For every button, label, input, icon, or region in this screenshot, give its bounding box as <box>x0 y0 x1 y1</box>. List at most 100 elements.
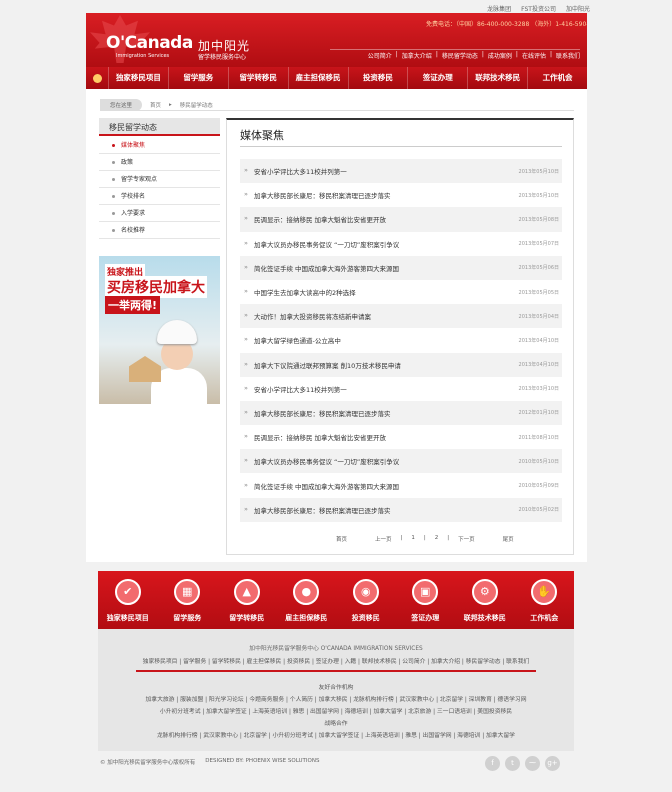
top-link-fst[interactable]: FST投资公司 <box>521 4 556 13</box>
double-arrow-icon: » <box>244 238 248 247</box>
home-icon[interactable] <box>86 73 108 83</box>
sidebar-item-schools[interactable]: 名校推荐 <box>99 222 220 239</box>
news-item[interactable]: » 简化签证手续 中国成加拿大海外游客第四大来源国 2010年05月09日 <box>240 473 562 497</box>
news-date: 2013年05月06日 <box>518 265 559 272</box>
news-item[interactable]: » 加拿大移民部长康尼：移民积案清理已逐步落实 2010年05月02日 <box>240 497 562 522</box>
service-skilled[interactable]: ⚙ 联邦技术移民 <box>455 579 515 629</box>
news-item[interactable]: » 简化签证手续 中国成加拿大海外游客第四大来源国 2013年05月06日 <box>240 255 562 280</box>
service-study-immigrate[interactable]: ▲ 留学转移民 <box>217 579 277 629</box>
header-link-about[interactable]: 公司简介 <box>368 51 392 60</box>
news-item[interactable]: » 加拿大下议院通过联邦预算案 削10万技术移民申请 2013年04月10日 <box>240 352 562 377</box>
news-title[interactable]: » 安省小学评比大多11校并列第一 <box>244 384 347 394</box>
page-first[interactable]: 首页 <box>336 535 347 543</box>
news-title[interactable]: » 加拿大议员办移民事务促议 “一刀切”废积案引争议 <box>244 239 399 249</box>
news-item[interactable]: » 大动作！加拿大投资移民将冻结新申请案 2013年05月04日 <box>240 304 562 329</box>
nav-jobs[interactable]: 工作机会 <box>527 67 587 89</box>
news-title[interactable]: » 大动作！加拿大投资移民将冻结新申请案 <box>244 311 371 321</box>
double-arrow-icon: » <box>244 335 248 344</box>
header-link-contact[interactable]: 联系我们 <box>556 51 580 60</box>
news-title[interactable]: » 简化签证手续 中国成加拿大海外游客第四大来源国 <box>244 481 399 491</box>
header-link-canada[interactable]: 加拿大介绍 <box>402 51 432 60</box>
news-item[interactable]: » 民调显示：接纳移民 加拿大魁省比安省更开放 2013年05月08日 <box>240 207 562 232</box>
news-title[interactable]: » 加拿大议员办移民事务促议 “一刀切”废积案引争议 <box>244 456 399 466</box>
news-item[interactable]: » 加拿大移民部长康尼：移民积案清理已逐步落实 2013年05月10日 <box>240 183 562 207</box>
nav-skilled[interactable]: 联邦技术移民 <box>467 67 527 89</box>
news-title[interactable]: » 加拿大移民部长康尼：移民积案清理已逐步落实 <box>244 190 390 200</box>
service-investment[interactable]: ◉ 投资移民 <box>336 579 396 629</box>
page-2[interactable]: 2 <box>435 535 439 543</box>
facebook-icon[interactable]: f <box>485 756 500 771</box>
news-item[interactable]: » 安省小学评比大多11校并列第一 2013年03月10日 <box>240 377 562 401</box>
google-plus-icon[interactable]: g+ <box>545 756 560 771</box>
news-title[interactable]: » 安省小学评比大多11校并列第一 <box>244 166 347 176</box>
sidebar-item-media[interactable]: 媒体聚焦 <box>99 137 220 154</box>
sidebar-item-policy[interactable]: 政策 <box>99 154 220 171</box>
news-item[interactable]: » 加拿大留学绿色通道-公立高中 2013年04月10日 <box>240 328 562 352</box>
page-prev[interactable]: 上一页 <box>375 535 392 543</box>
nav-visa[interactable]: 签证办理 <box>407 67 467 89</box>
pagination: 首页 上一页 | 1 | 2 | 下一页 尾页 <box>336 535 514 543</box>
news-item[interactable]: » 加拿大移民部长康尼：移民积案清理已逐步落实 2012年01月10日 <box>240 400 562 426</box>
service-visa[interactable]: ▣ 签证办理 <box>396 579 456 629</box>
footer-links[interactable]: 独家移民项目 | 留学服务 | 留学转移民 | 雇主担保移民 | 投资移民 | … <box>98 656 574 665</box>
nav-study[interactable]: 留学服务 <box>167 67 228 89</box>
news-title[interactable]: » 民调显示：接纳移民 加拿大魁省比安省更开放 <box>244 432 386 442</box>
news-date: 2013年04月10日 <box>518 362 559 369</box>
top-link-ocanada[interactable]: 加中阳光 <box>566 4 590 13</box>
footer-partners-row1[interactable]: 加拿大旅游 | 服装加盟 | 阳光学习论坛 | 今题商务服务 | 个人简历 | … <box>98 694 574 703</box>
double-arrow-icon: » <box>244 359 248 368</box>
content-divider <box>240 146 562 147</box>
news-title[interactable]: » 加拿大移民部长康尼：移民积案清理已逐步落实 <box>244 408 390 418</box>
news-item[interactable]: » 加拿大议员办移民事务促议 “一刀切”废积案引争议 2010年05月10日 <box>240 449 562 474</box>
service-study[interactable]: ▦ 留学服务 <box>158 579 218 629</box>
news-date: 2010年05月09日 <box>518 483 559 490</box>
news-item[interactable]: » 安省小学评比大多11校并列第一 2013年05月10日 <box>240 159 562 184</box>
page-last[interactable]: 尾页 <box>503 535 514 543</box>
nav-employer[interactable]: 雇主担保移民 <box>287 67 348 89</box>
copyright-text: © 加中阳光移民留学服务中心版权所有 <box>100 760 196 766</box>
copyright: © 加中阳光移民留学服务中心版权所有 DESIGNED BY: PHOENIX … <box>100 758 319 766</box>
double-arrow-icon: » <box>244 311 248 320</box>
double-arrow-icon: » <box>244 432 248 441</box>
news-item[interactable]: » 加拿大议员办移民事务促议 “一刀切”废积案引争议 2013年05月07日 <box>240 232 562 256</box>
news-title[interactable]: » 加拿大下议院通过联邦预算案 削10万技术移民申请 <box>244 360 401 370</box>
news-date: 2013年05月04日 <box>518 313 559 320</box>
sidebar-item-expert[interactable]: 留学专家观点 <box>99 171 220 188</box>
breadcrumb-home[interactable]: 首页 <box>150 101 161 109</box>
news-title[interactable]: » 加拿大移民部长康尼：移民积案清理已逐步落实 <box>244 505 390 515</box>
news-item[interactable]: » 中国学生去加拿大读高中的2种选择 2013年05月05日 <box>240 280 562 304</box>
news-title[interactable]: » 民调显示：接纳移民 加拿大魁省比安省更开放 <box>244 214 386 224</box>
footer-strategic-links[interactable]: 龙脉机构排行榜 | 武汉家教中心 | 北京留学 | 小升初分班考试 | 加拿大留… <box>98 730 574 739</box>
social-links: f t ⁓ g+ <box>485 756 560 771</box>
header-link-cases[interactable]: 成功案例 <box>488 51 512 60</box>
sidebar-list: 媒体聚焦 政策 留学专家观点 学校排名 入学要求 名校推荐 <box>99 137 220 239</box>
sidebar-item-ranking[interactable]: 学校排名 <box>99 188 220 205</box>
breadcrumb-separator-icon: ▸ <box>169 101 172 108</box>
sidebar-item-admission[interactable]: 入学要求 <box>99 205 220 222</box>
promo-line2: 买房移民加拿大 <box>105 276 207 298</box>
nav-exclusive[interactable]: 独家移民项目 <box>108 67 168 89</box>
service-employer[interactable]: ● 雇主担保移民 <box>277 579 337 629</box>
news-title[interactable]: » 中国学生去加拿大读高中的2种选择 <box>244 287 356 297</box>
page-next[interactable]: 下一页 <box>458 535 475 543</box>
news-title[interactable]: » 简化签证手续 中国成加拿大海外游客第四大来源国 <box>244 263 399 273</box>
service-jobs[interactable]: ✋ 工作机会 <box>515 579 575 629</box>
service-exclusive[interactable]: ✔ 独家移民项目 <box>98 579 158 629</box>
news-item[interactable]: » 民调显示：接纳移民 加拿大魁省比安省更开放 2011年08月10日 <box>240 425 562 449</box>
news-date: 2013年05月07日 <box>518 241 559 248</box>
promo-banner[interactable]: 独家推出 买房移民加拿大 一举两得! <box>99 256 220 404</box>
header-link-assess[interactable]: 在线评估 <box>522 51 546 60</box>
twitter-icon[interactable]: t <box>505 756 520 771</box>
rss-icon[interactable]: ⁓ <box>525 756 540 771</box>
top-link-longmai[interactable]: 龙脉集团 <box>487 4 511 13</box>
nav-study-to-immigrate[interactable]: 留学转移民 <box>227 67 288 89</box>
news-date: 2013年03月10日 <box>518 386 559 393</box>
promo-line3: 一举两得! <box>105 296 161 314</box>
logo-text[interactable]: O'Canada <box>106 33 193 53</box>
hard-hat-icon <box>157 320 197 344</box>
news-title[interactable]: » 加拿大留学绿色通道-公立高中 <box>244 335 341 345</box>
nav-investment[interactable]: 投资移民 <box>347 67 408 89</box>
footer-partners-row2[interactable]: 小升初分班考试 | 加拿大留学签证 | 上海英语培训 | 雅思 | 出国留学网 … <box>98 706 574 715</box>
header-link-news[interactable]: 移民留学动态 <box>442 51 478 60</box>
page-1[interactable]: 1 <box>411 535 415 543</box>
